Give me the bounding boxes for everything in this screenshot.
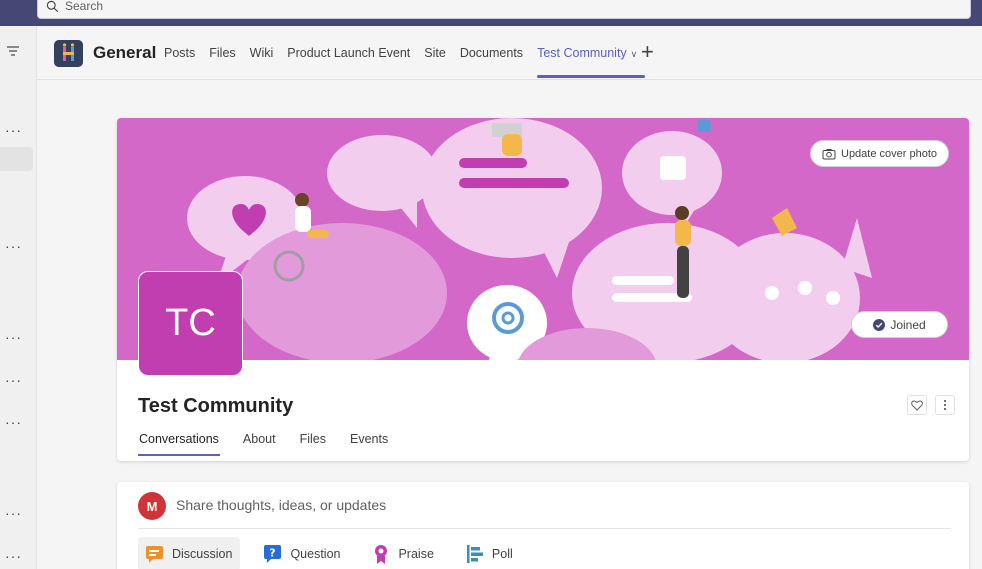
more-options-icon[interactable]: ··· [5,506,22,520]
favorite-button[interactable] [907,395,927,415]
discussion-button[interactable]: Discussion [138,537,241,569]
question-icon: ? [264,545,282,563]
discussion-icon [146,546,163,563]
tab-community-files[interactable]: Files [300,432,326,446]
more-options-icon[interactable]: ··· [5,373,22,387]
camera-icon [822,148,836,159]
channel-tabs: Posts Files Wiki Product Launch Event Si… [164,46,651,78]
more-options-icon[interactable]: ··· [5,330,22,344]
search-box[interactable]: Search [37,0,971,19]
poll-label: Poll [491,547,513,561]
composer-divider [138,528,951,529]
question-button[interactable]: ? Question [256,537,348,569]
channel-header: General Posts Files Wiki Product Launch … [37,26,982,80]
rail-selected-item[interactable] [0,147,33,171]
add-tab-icon[interactable]: + [641,39,654,65]
praise-icon [375,545,388,564]
more-options-icon[interactable]: ··· [5,239,22,253]
checkmark-icon [873,318,886,331]
left-rail: ··· ··· ··· ··· ··· ··· ··· [0,26,37,569]
more-options-icon[interactable]: ··· [5,123,22,137]
tab-posts[interactable]: Posts [164,46,195,60]
tab-test-community[interactable]: Test Community ∨ [537,46,646,78]
discussion-label: Discussion [172,547,233,561]
tab-wiki[interactable]: Wiki [250,46,274,60]
composer-card: M Share thoughts, ideas, or updates Disc… [117,482,969,569]
community-avatar: TC [138,271,243,376]
more-options-icon[interactable]: ··· [5,549,22,563]
more-options-button[interactable] [935,395,955,415]
top-bar: Search [0,0,982,26]
community-name: Test Community [138,395,294,417]
composer-input[interactable]: Share thoughts, ideas, or updates [176,497,386,513]
update-cover-photo-label: Update cover photo [841,147,938,160]
poll-button[interactable]: Poll [458,537,521,569]
update-cover-photo-button[interactable]: Update cover photo [810,140,950,167]
more-options-icon[interactable]: ··· [5,415,22,429]
community-tabs: Conversations About Files Events [138,432,412,456]
post-type-bar: Discussion ? Question Praise Poll [138,537,537,569]
search-icon [46,0,59,13]
cover-photo: Update cover photo Joined [117,118,969,360]
search-placeholder: Search [65,0,104,13]
tab-site[interactable]: Site [424,46,446,60]
user-avatar: M [138,492,166,520]
heart-icon [911,399,923,411]
team-logo-icon [54,40,83,67]
joined-button[interactable]: Joined [851,311,948,338]
question-label: Question [290,547,341,561]
tab-files[interactable]: Files [209,46,235,60]
joined-label: Joined [890,317,926,332]
tab-documents[interactable]: Documents [460,46,523,60]
filter-icon[interactable] [6,45,20,57]
community-card: Update cover photo Joined TC Test Commun… [117,118,969,461]
vertical-ellipsis-icon [944,400,946,410]
tab-about[interactable]: About [243,432,276,446]
praise-label: Praise [398,547,434,561]
svg-text:?: ? [270,547,276,560]
tab-test-community-label: Test Community [537,46,627,60]
tab-conversations[interactable]: Conversations [138,432,220,456]
praise-button[interactable]: Praise [364,537,441,569]
poll-icon [466,545,483,563]
tab-events[interactable]: Events [350,432,388,446]
tab-product-launch-event[interactable]: Product Launch Event [287,46,410,60]
channel-name: General [93,43,157,62]
chevron-down-icon[interactable]: ∨ [631,49,638,59]
